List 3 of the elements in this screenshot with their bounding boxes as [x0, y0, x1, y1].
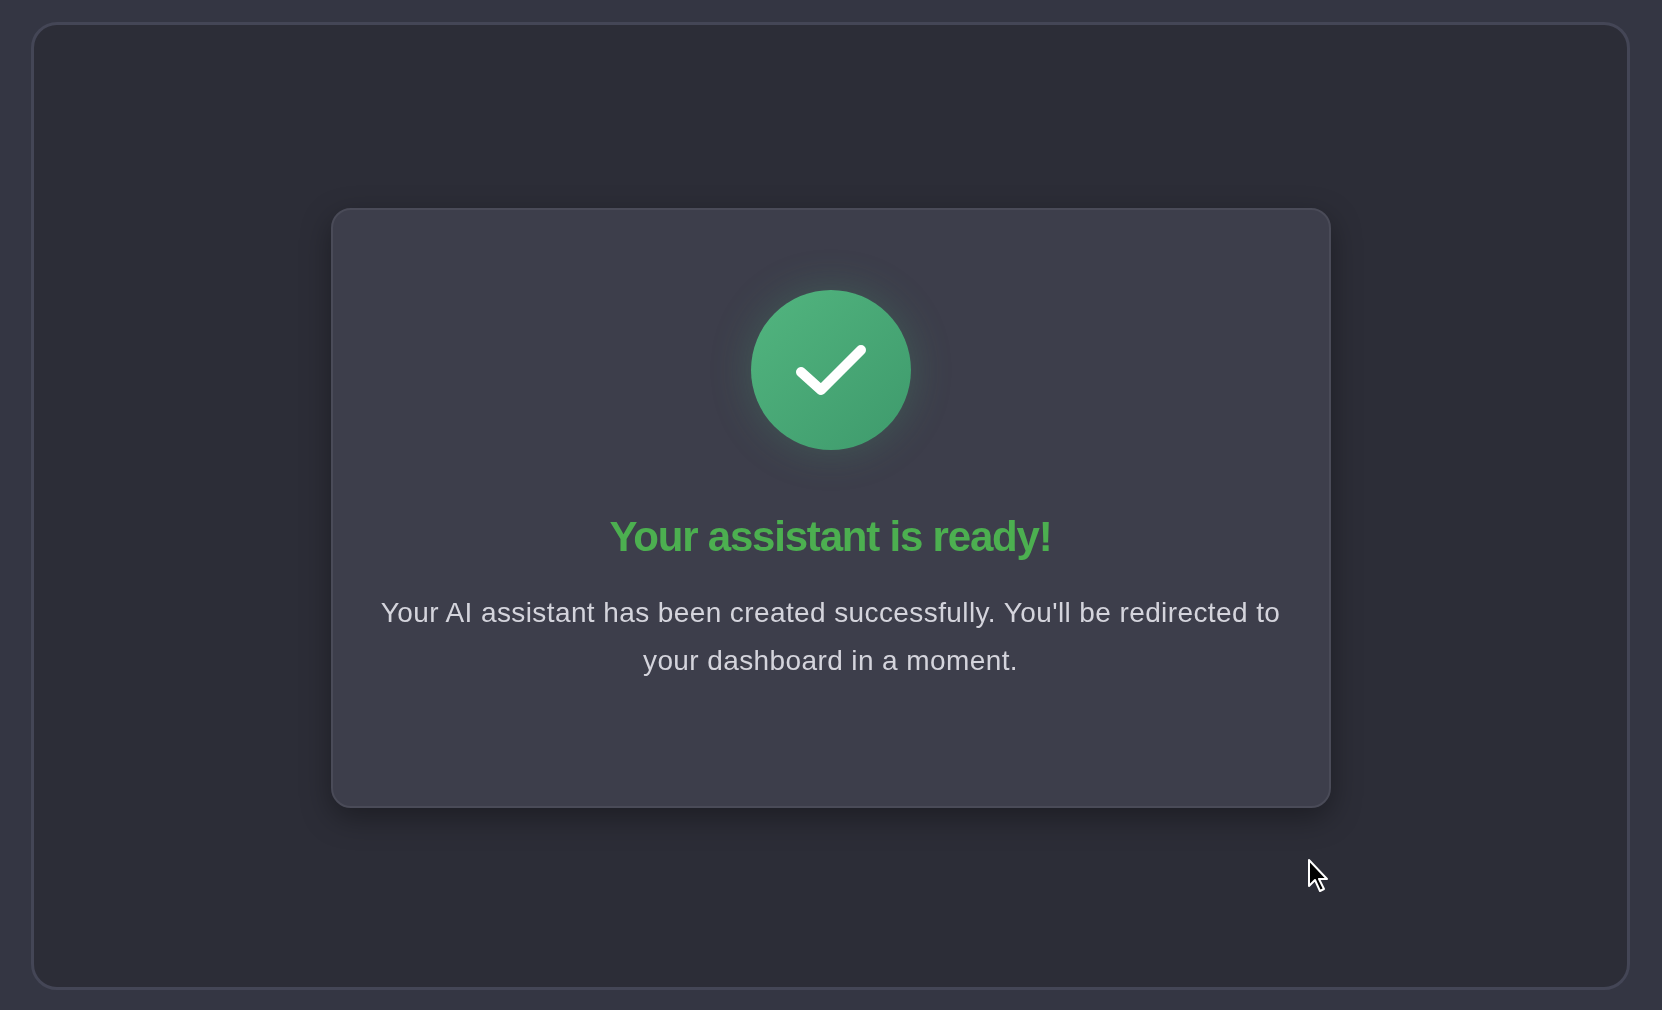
success-message: Your AI assistant has been created successfully. You'll be redirected to your dashboard in a moment.: [379, 596, 1282, 678]
success-title: Your assistant is ready!: [609, 513, 1052, 561]
cursor-icon: [1307, 858, 1331, 894]
